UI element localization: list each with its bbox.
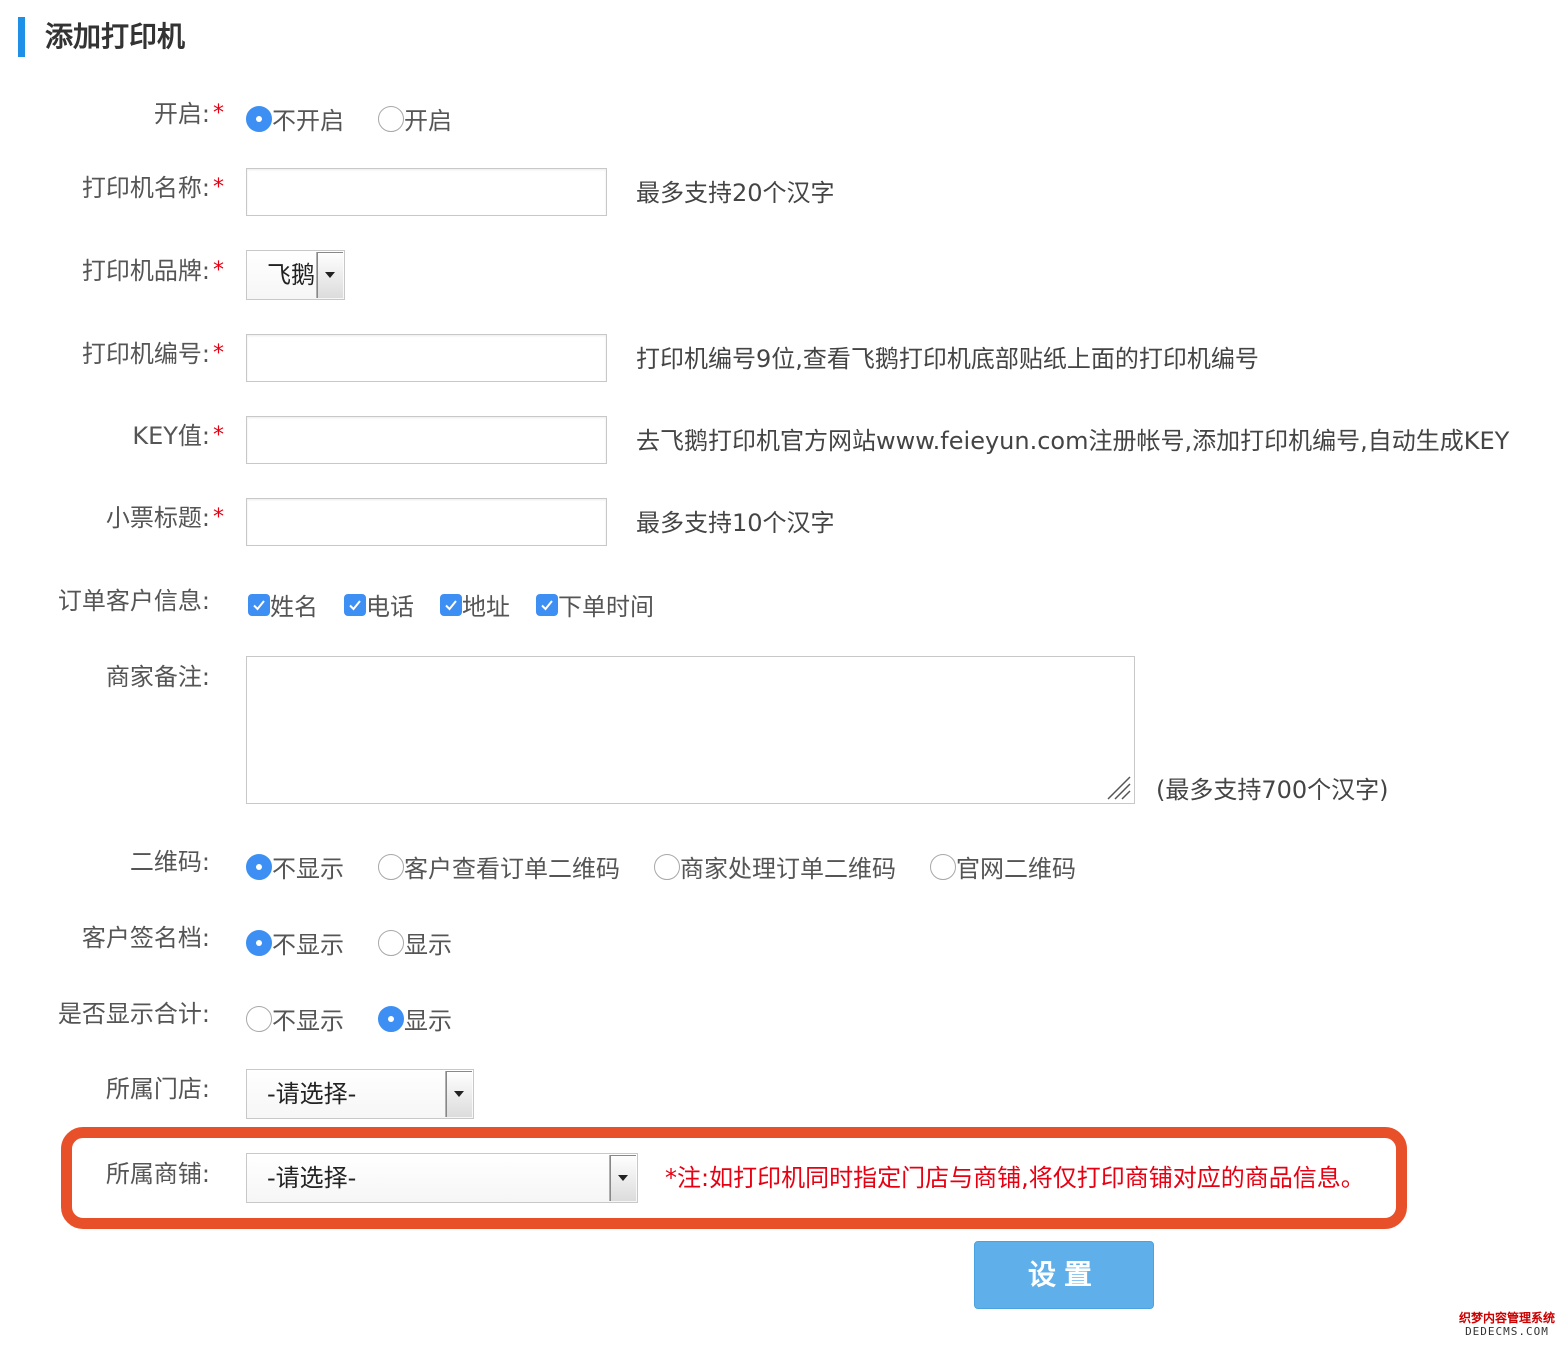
radio-icon[interactable] (378, 1005, 404, 1032)
qrcode-label: 二维码: (129, 848, 210, 876)
checkbox-order-time[interactable]: 下单时间 (534, 587, 654, 622)
option-label: 地址 (462, 593, 510, 621)
show-total-option-show[interactable]: 显示 (378, 1001, 452, 1036)
radio-icon[interactable] (246, 853, 272, 880)
option-label: 不显示 (272, 1007, 344, 1035)
shop-label: 所属商铺: (105, 1160, 210, 1188)
submit-button[interactable]: 设置 (974, 1241, 1154, 1309)
required-mark: * (213, 505, 224, 530)
option-label: 下单时间 (558, 593, 654, 621)
merchant-note-hint: (最多支持700个汉字) (1156, 776, 1389, 804)
option-label: 开启 (404, 107, 452, 135)
checkbox-address[interactable]: 地址 (438, 587, 510, 622)
merchant-note-label: 商家备注: (105, 663, 210, 691)
option-label: 客户查看订单二维码 (404, 855, 620, 883)
printer-name-label: 打印机名称: (81, 174, 210, 202)
option-label: 姓名 (270, 593, 318, 621)
signature-radio-group: 不显示 显示 (246, 925, 452, 960)
chevron-down-icon[interactable] (316, 252, 343, 298)
key-hint: 去飞鹅打印机官方网站www.feieyun.com注册帐号,添加打印机编号,自动… (636, 427, 1510, 455)
watermark: 织梦内容管理系统 DEDECMS.COM (1457, 1311, 1557, 1339)
store-select[interactable]: -请选择- (246, 1069, 474, 1119)
qrcode-option-merchant[interactable]: 商家处理订单二维码 (654, 849, 896, 884)
select-value: -请选择- (267, 1164, 357, 1192)
checkbox-checked-icon[interactable] (248, 593, 270, 616)
qrcode-radio-group: 不显示 客户查看订单二维码 商家处理订单二维码 官网二维码 (246, 849, 1076, 884)
radio-icon[interactable] (246, 1005, 272, 1032)
radio-icon[interactable] (378, 929, 404, 956)
resize-grip-icon[interactable] (1106, 775, 1132, 801)
printer-number-hint: 打印机编号9位,查看飞鹅打印机底部贴纸上面的打印机编号 (636, 345, 1259, 373)
radio-icon[interactable] (378, 105, 404, 132)
checkbox-checked-icon[interactable] (440, 593, 462, 616)
radio-icon[interactable] (246, 105, 272, 132)
required-mark: * (213, 341, 224, 366)
printer-name-input[interactable] (246, 168, 607, 216)
key-input[interactable] (246, 416, 607, 464)
qrcode-option-customer[interactable]: 客户查看订单二维码 (378, 849, 620, 884)
watermark-line2: DEDECMS.COM (1465, 1325, 1549, 1338)
checkbox-name[interactable]: 姓名 (246, 587, 318, 622)
qrcode-option-hide[interactable]: 不显示 (246, 849, 344, 884)
chevron-down-icon[interactable] (445, 1071, 472, 1117)
printer-number-input[interactable] (246, 334, 607, 382)
radio-icon[interactable] (378, 853, 404, 880)
required-mark: * (213, 258, 224, 283)
printer-name-hint: 最多支持20个汉字 (636, 179, 835, 207)
signature-label: 客户签名档: (81, 924, 210, 952)
checkbox-checked-icon[interactable] (536, 593, 558, 616)
checkbox-checked-icon[interactable] (344, 593, 366, 616)
customer-info-checkbox-group: 姓名 电话 地址 下单时间 (246, 587, 654, 622)
shop-select[interactable]: -请选择- (246, 1153, 638, 1203)
checkbox-phone[interactable]: 电话 (342, 587, 414, 622)
printer-number-label: 打印机编号: (81, 340, 210, 368)
select-value: -请选择- (267, 1080, 357, 1108)
option-label: 电话 (366, 593, 414, 621)
option-label: 官网二维码 (956, 855, 1076, 883)
qrcode-option-official[interactable]: 官网二维码 (930, 849, 1076, 884)
enable-label: 开启: (153, 100, 210, 128)
enable-option-off[interactable]: 不开启 (246, 101, 344, 136)
shop-note: *注:如打印机同时指定门店与商铺,将仅打印商铺对应的商品信息。 (665, 1164, 1365, 1192)
watermark-line1: 织梦内容管理系统 (1458, 1311, 1555, 1325)
option-label: 不显示 (272, 855, 344, 883)
receipt-title-hint: 最多支持10个汉字 (636, 509, 835, 537)
show-total-radio-group: 不显示 显示 (246, 1001, 452, 1036)
radio-icon[interactable] (246, 929, 272, 956)
option-label: 商家处理订单二维码 (680, 855, 896, 883)
option-label: 不开启 (272, 107, 344, 135)
chevron-down-icon[interactable] (609, 1155, 636, 1201)
key-label: KEY值: (132, 422, 210, 450)
select-value: 飞鹅 (267, 261, 315, 289)
option-label: 不显示 (272, 931, 344, 959)
option-label: 显示 (404, 931, 452, 959)
title-accent-bar (18, 17, 25, 57)
required-mark: * (213, 101, 224, 126)
enable-radio-group: 不开启 开启 (246, 101, 452, 136)
store-label: 所属门店: (105, 1075, 210, 1103)
required-mark: * (213, 423, 224, 448)
receipt-title-label: 小票标题: (105, 504, 210, 532)
customer-info-label: 订单客户信息: (57, 587, 210, 615)
required-mark: * (213, 175, 224, 200)
show-total-label: 是否显示合计: (57, 1000, 210, 1028)
radio-icon[interactable] (654, 853, 680, 880)
page-title: 添加打印机 (45, 20, 186, 53)
printer-brand-label: 打印机品牌: (81, 257, 210, 285)
radio-icon[interactable] (930, 853, 956, 880)
receipt-title-input[interactable] (246, 498, 607, 546)
option-label: 显示 (404, 1007, 452, 1035)
show-total-option-hide[interactable]: 不显示 (246, 1001, 344, 1036)
merchant-note-textarea[interactable] (246, 656, 1135, 804)
printer-brand-select[interactable]: 飞鹅 (246, 250, 345, 300)
enable-option-on[interactable]: 开启 (378, 101, 452, 136)
signature-option-hide[interactable]: 不显示 (246, 925, 344, 960)
signature-option-show[interactable]: 显示 (378, 925, 452, 960)
